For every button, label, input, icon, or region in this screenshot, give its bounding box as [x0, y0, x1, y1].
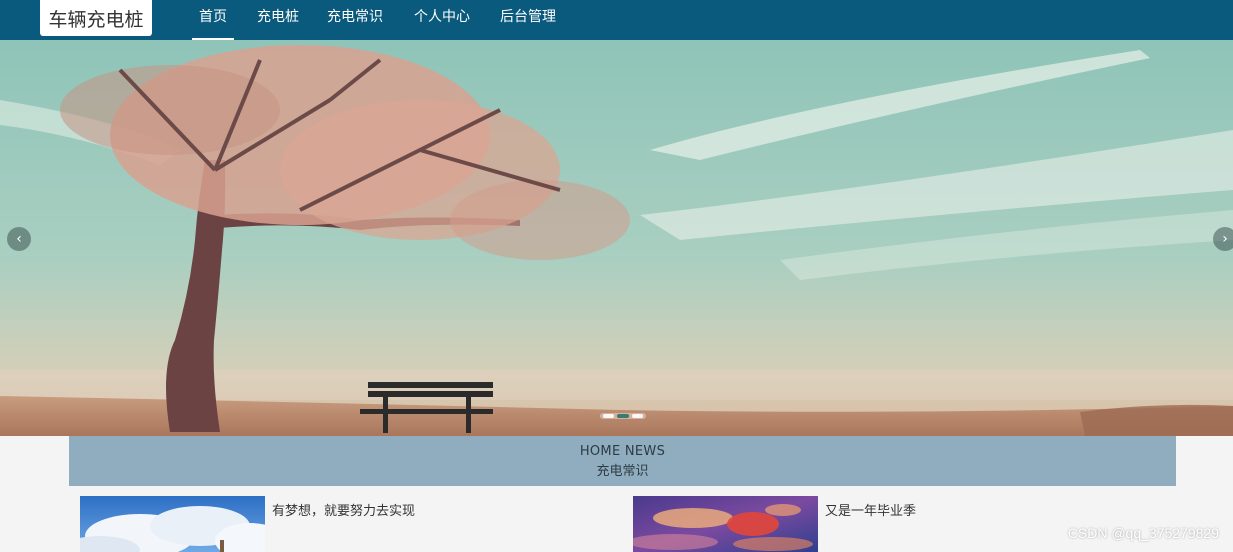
- carousel-prev-button[interactable]: ‹: [7, 227, 31, 251]
- news-section-header: HOME NEWS 充电常识: [69, 436, 1176, 486]
- news-section-title-cn: 充电常识: [596, 464, 649, 479]
- nav-item-personal-center[interactable]: 个人中心: [407, 0, 477, 40]
- news-section-title-en: HOME NEWS: [579, 444, 666, 459]
- carousel-indicators: [600, 413, 646, 419]
- brand-logo[interactable]: 车辆充电桩: [40, 0, 152, 36]
- nav-item-charging-pile[interactable]: 充电桩: [250, 0, 306, 40]
- hero-slide-image: [0, 40, 1233, 436]
- top-navbar: 车辆充电桩 首页 充电桩 充电常识 个人中心 后台管理: [0, 0, 1233, 40]
- hero-carousel[interactable]: ‹ ›: [0, 40, 1233, 436]
- news-title-2[interactable]: 又是一年毕业季: [825, 500, 916, 519]
- carousel-dot-2[interactable]: [617, 414, 629, 418]
- news-item-1[interactable]: 有梦想，就要努力去实现: [80, 496, 440, 552]
- csdn-watermark: CSDN @qq_375279829: [1067, 525, 1219, 541]
- nav-item-admin[interactable]: 后台管理: [493, 0, 563, 40]
- news-title-1[interactable]: 有梦想，就要努力去实现: [272, 500, 415, 519]
- news-thumbnail-1[interactable]: [80, 496, 265, 552]
- carousel-dot-3[interactable]: [631, 414, 643, 418]
- nav-item-charging-knowledge[interactable]: 充电常识: [320, 0, 390, 40]
- carousel-next-button[interactable]: ›: [1213, 227, 1233, 251]
- nav-item-home[interactable]: 首页: [192, 0, 234, 40]
- carousel-dot-1[interactable]: [603, 414, 615, 418]
- news-item-2[interactable]: 又是一年毕业季: [633, 496, 993, 552]
- news-thumbnail-2[interactable]: [633, 496, 818, 552]
